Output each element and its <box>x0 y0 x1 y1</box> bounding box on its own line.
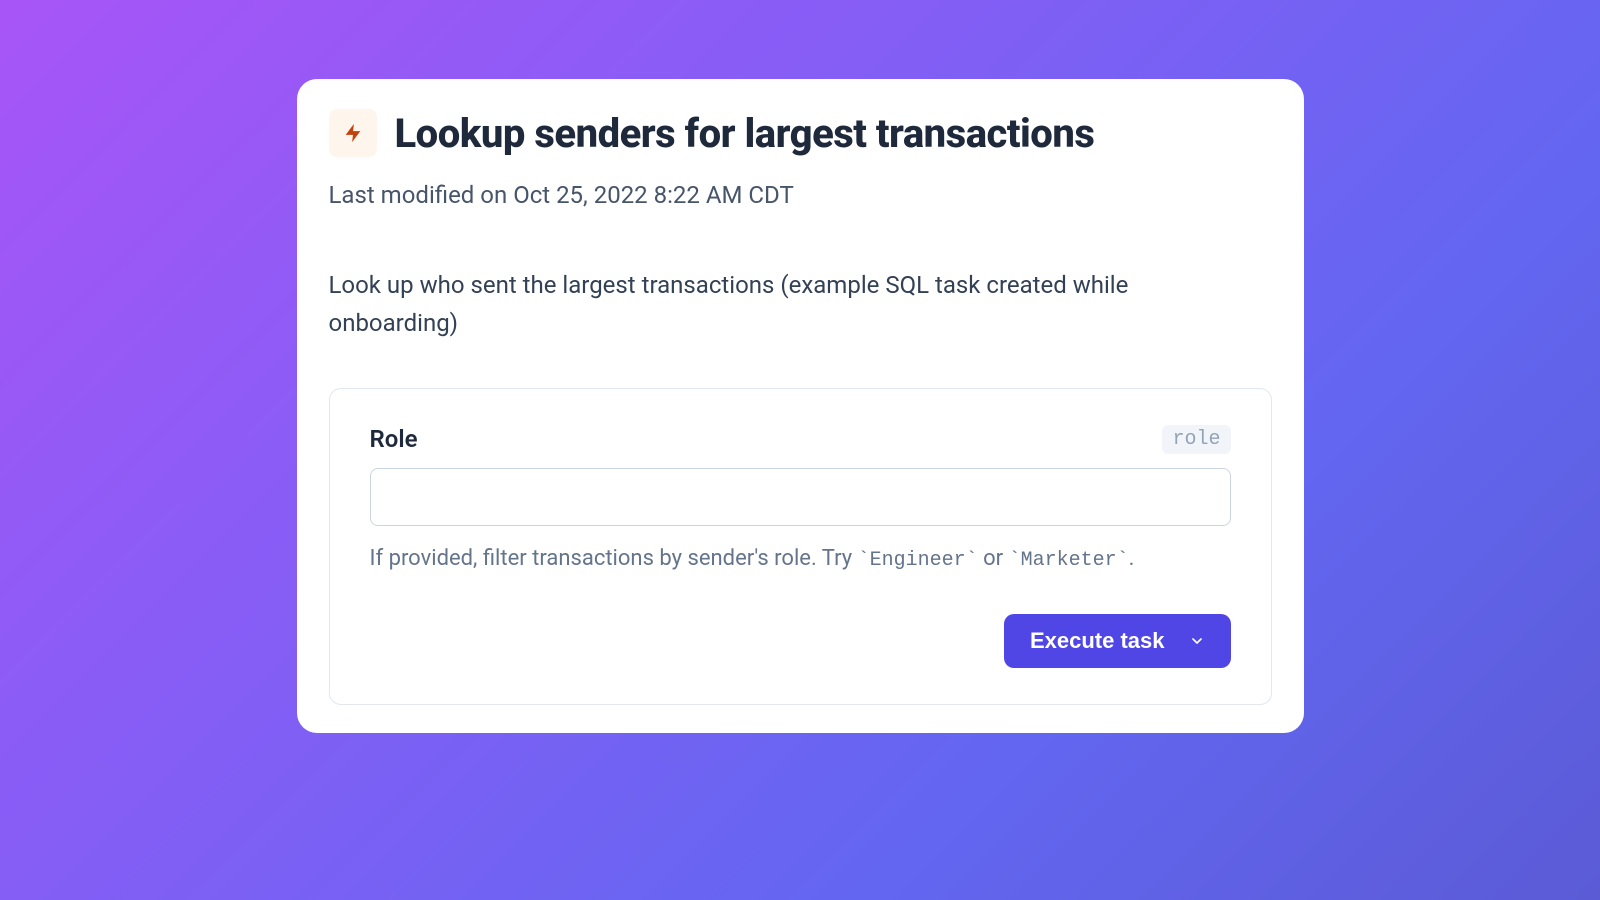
role-help-text: If provided, filter transactions by send… <box>370 542 1231 576</box>
help-text-or: or <box>978 546 1009 571</box>
task-form: Role role If provided, filter transactio… <box>329 388 1272 705</box>
help-code-engineer: `Engineer` <box>858 549 978 572</box>
execute-task-button[interactable]: Execute task <box>1004 614 1231 668</box>
help-code-marketer: `Marketer` <box>1009 549 1129 572</box>
task-card: Lookup senders for largest transactions … <box>297 79 1304 732</box>
role-field-label: Role <box>370 425 418 453</box>
button-row: Execute task <box>370 614 1231 668</box>
execute-button-label: Execute task <box>1030 628 1165 654</box>
card-header: Lookup senders for largest transactions <box>329 109 1272 157</box>
page-title: Lookup senders for largest transactions <box>395 110 1095 157</box>
lightning-icon <box>342 122 364 144</box>
task-description: Look up who sent the largest transaction… <box>329 267 1149 341</box>
chevron-down-icon <box>1189 633 1205 649</box>
role-param-badge: role <box>1162 425 1230 454</box>
help-text-prefix: If provided, filter transactions by send… <box>370 546 858 571</box>
role-input[interactable] <box>370 468 1231 526</box>
help-text-suffix: . <box>1129 546 1135 571</box>
task-icon-box <box>329 109 377 157</box>
field-header-row: Role role <box>370 425 1231 454</box>
last-modified-text: Last modified on Oct 25, 2022 8:22 AM CD… <box>329 181 1272 209</box>
